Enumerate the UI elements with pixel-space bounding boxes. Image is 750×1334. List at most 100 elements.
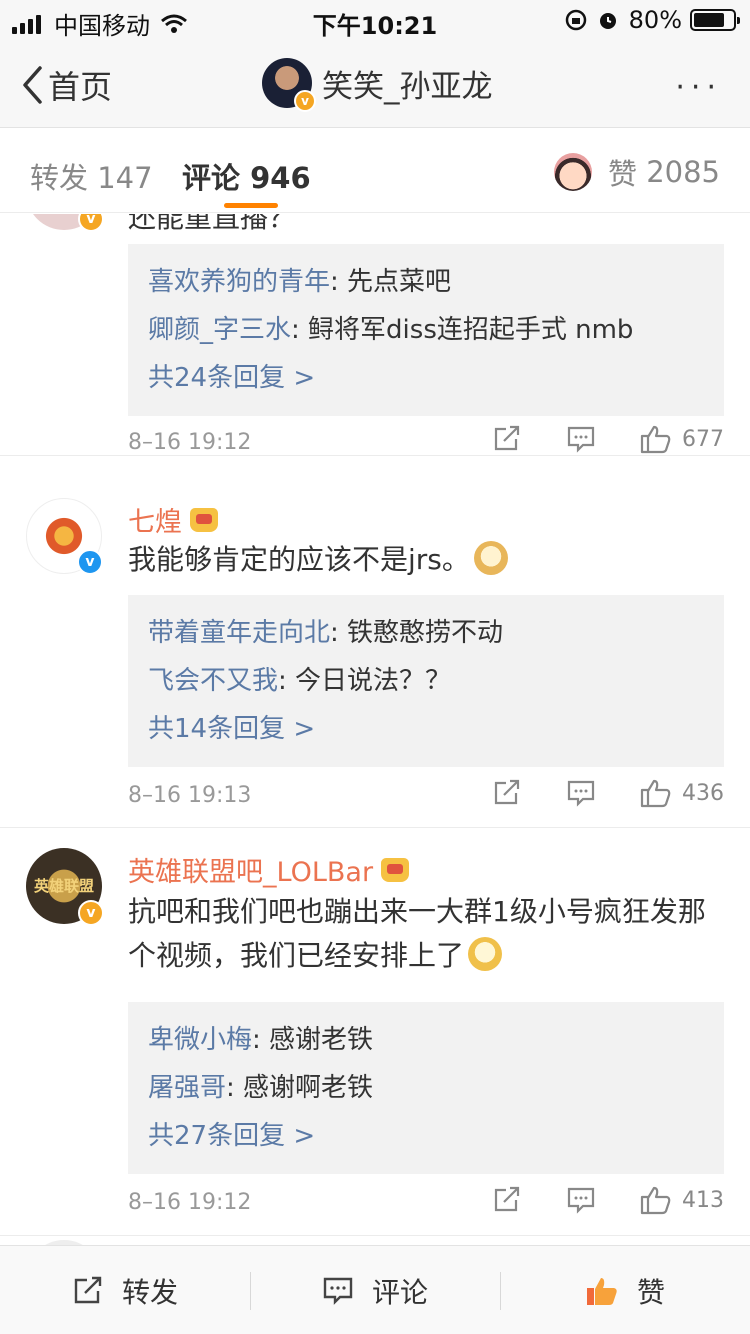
tab-like-count: 2085	[646, 155, 720, 189]
liker-avatar	[553, 153, 592, 191]
reply-box[interactable]: 卑微小梅: 感谢老铁 屠强哥: 感谢啊老铁 共27条回复 >	[128, 1002, 724, 1174]
nav-title-group[interactable]: v 笑笑_孙亚龙	[262, 58, 493, 112]
like-count: 677	[682, 426, 724, 452]
reply-author[interactable]: 喜欢养狗的青年	[148, 267, 330, 297]
member-crown-icon	[190, 507, 218, 532]
reply-author[interactable]: 卿颜_字三水	[148, 315, 291, 345]
tab-repost-label: 转发	[30, 161, 89, 195]
more-replies-link[interactable]: 共24条回复 >	[148, 354, 704, 402]
like-button[interactable]: 413	[640, 1185, 724, 1215]
reply-author[interactable]: 带着童年走向北	[148, 618, 330, 648]
tab-like-label: 赞	[607, 157, 637, 191]
commenter-avatar[interactable]: 英雄联盟 v	[26, 848, 104, 926]
reply-item[interactable]: 带着童年走向北: 铁憨憨捞不动	[148, 609, 704, 657]
awkward-emoji-icon	[468, 937, 503, 971]
comment-icon	[567, 1187, 595, 1214]
verified-badge-icon: v	[294, 90, 316, 112]
share-icon	[74, 1276, 102, 1303]
more-replies-link[interactable]: 共14条回复 >	[148, 705, 704, 753]
bottom-like-button[interactable]: 赞	[500, 1246, 750, 1334]
more-replies-link[interactable]: 共27条回复 >	[148, 1112, 704, 1160]
comment-actions: 413	[448, 1185, 724, 1215]
doge-emoji-icon	[473, 541, 508, 575]
avatar-logo-text: 英雄联盟	[33, 877, 94, 895]
thumbs-up-icon	[640, 425, 671, 454]
comment-icon	[567, 780, 595, 807]
reply-button[interactable]	[566, 779, 596, 807]
verified-badge-icon: v	[78, 900, 104, 926]
reply-text: : 铁憨憨捞不动	[330, 618, 504, 648]
reply-item[interactable]: 卿颜_字三水: 鲟将军diss连招起手式 nmb	[148, 306, 704, 354]
reply-box[interactable]: 喜欢养狗的青年: 先点菜吧 卿颜_字三水: 鲟将军diss连招起手式 nmb 共…	[128, 244, 724, 416]
bottom-repost-button[interactable]: 转发	[0, 1246, 250, 1334]
comment-text: 还能重直播？	[128, 214, 297, 234]
back-label: 首页	[48, 68, 113, 106]
comment-time: 8–16 19:12	[128, 1190, 252, 1215]
comment-feed[interactable]: v 还能重直播？ 喜欢养狗的青年: 先点菜吧 卿颜_字三水: 鲟将军diss连招…	[0, 214, 750, 1245]
reply-text: : 鲟将军diss连招起手式 nmb	[291, 315, 634, 345]
tab-likes[interactable]: 赞 2085	[553, 151, 720, 193]
share-icon	[494, 779, 520, 805]
bottom-comment-label: 评论	[371, 1275, 428, 1309]
reply-item[interactable]: 卑微小梅: 感谢老铁	[148, 1016, 704, 1064]
commenter-avatar[interactable]: v	[26, 214, 104, 232]
like-button[interactable]: 436	[640, 778, 724, 808]
tab-bar: 转发 147 评论 946 赞 2085	[0, 129, 750, 213]
active-tab-indicator	[224, 203, 278, 208]
tab-repost-count: 147	[97, 161, 153, 195]
more-options-button[interactable]: ···	[675, 70, 722, 105]
like-count: 413	[682, 1187, 724, 1213]
reply-item[interactable]: 飞会不又我: 今日说法？？	[148, 657, 704, 705]
rotation-lock-icon	[565, 9, 586, 31]
comment-item: 英雄联盟 v 英雄联盟吧_LOLBar 抗吧和我们吧也蹦出来一大群1级小号疯狂发…	[0, 828, 750, 1236]
reply-button[interactable]	[566, 1186, 596, 1214]
share-button[interactable]	[492, 1186, 522, 1214]
thumbs-up-filled-icon	[586, 1277, 617, 1305]
share-button[interactable]	[492, 425, 522, 453]
chevron-left-icon	[23, 66, 42, 104]
thumbs-up-icon	[640, 779, 671, 808]
commenter-name[interactable]: 七煌	[128, 500, 218, 539]
share-icon	[494, 1186, 520, 1212]
verified-badge-icon: v	[77, 549, 103, 575]
like-button[interactable]: 677	[640, 424, 724, 454]
reply-text: : 今日说法？？	[278, 666, 452, 696]
battery-icon	[690, 9, 740, 31]
reply-button[interactable]	[566, 425, 596, 453]
bottom-action-bar: 转发 评论 赞	[0, 1245, 750, 1334]
reply-item[interactable]: 屠强哥: 感谢啊老铁	[148, 1064, 704, 1112]
reply-text: : 先点菜吧	[330, 267, 452, 297]
nav-title: 笑笑_孙亚龙	[322, 68, 493, 105]
comment-time: 8–16 19:12	[128, 430, 252, 455]
comment-icon	[323, 1277, 353, 1305]
status-right: 80%	[565, 6, 740, 34]
reply-author[interactable]: 飞会不又我	[148, 666, 278, 696]
reply-box[interactable]: 带着童年走向北: 铁憨憨捞不动 飞会不又我: 今日说法？？ 共14条回复 >	[128, 595, 724, 767]
tab-comment-count: 946	[250, 161, 311, 195]
share-button[interactable]	[492, 779, 522, 807]
member-crown-icon	[381, 857, 410, 882]
bottom-like-label: 赞	[636, 1275, 665, 1309]
commenter-avatar[interactable]: v	[26, 498, 103, 575]
comment-actions: 677	[448, 424, 724, 454]
share-icon	[494, 425, 520, 451]
bottom-repost-label: 转发	[121, 1275, 178, 1309]
status-bar: 中国移动 下午10:21 80%	[0, 0, 750, 40]
tab-comment[interactable]: 评论 946	[182, 155, 311, 197]
back-button[interactable]: 首页	[20, 62, 112, 108]
bottom-comment-button[interactable]: 评论	[250, 1246, 500, 1334]
reply-text: : 感谢啊老铁	[226, 1073, 374, 1103]
commenter-name[interactable]: 英雄联盟吧_LOLBar	[128, 850, 410, 889]
reply-author[interactable]: 卑微小梅	[148, 1025, 252, 1055]
tab-comment-label: 评论	[182, 161, 241, 195]
like-count: 436	[682, 780, 724, 806]
author-avatar: v	[262, 58, 316, 112]
comment-text: 抗吧和我们吧也蹦出来一大群1级小号疯狂发那个视频，我们已经安排上了	[128, 895, 706, 972]
verified-badge-icon: v	[78, 214, 104, 232]
alarm-icon	[599, 13, 616, 29]
reply-item[interactable]: 喜欢养狗的青年: 先点菜吧	[148, 258, 704, 306]
comment-time: 8–16 19:13	[128, 783, 252, 808]
thumbs-up-icon	[640, 1186, 671, 1215]
tab-repost[interactable]: 转发 147	[30, 155, 153, 197]
reply-author[interactable]: 屠强哥	[148, 1073, 226, 1103]
